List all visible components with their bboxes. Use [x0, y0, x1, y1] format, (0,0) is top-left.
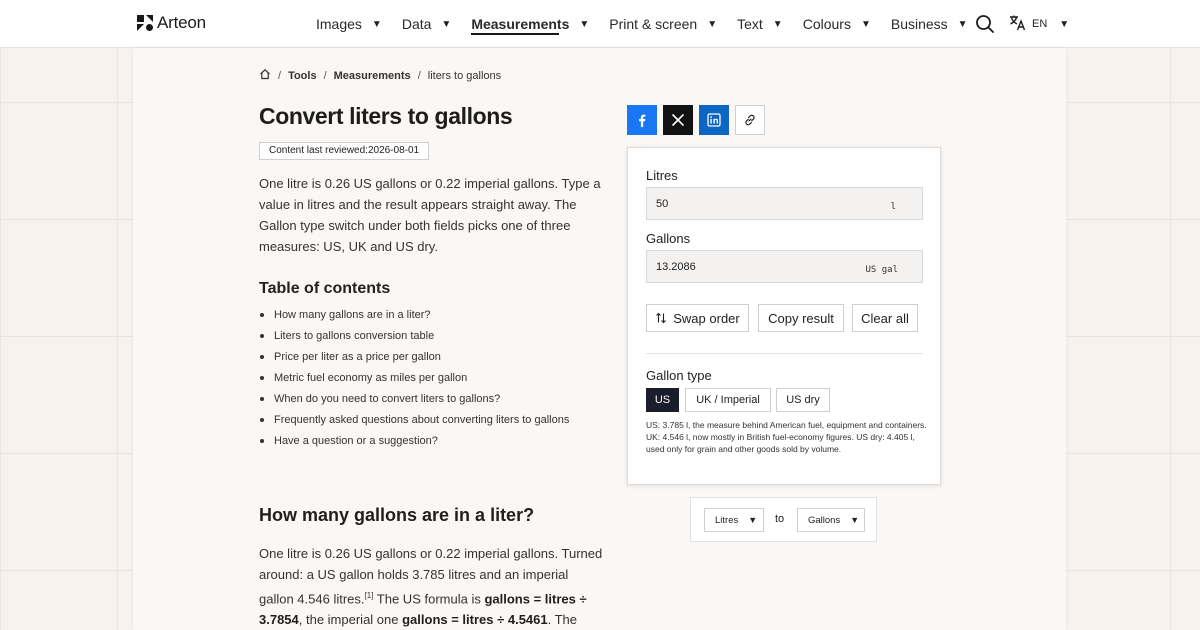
nav-label: Print & screen — [609, 16, 698, 32]
litres-input[interactable] — [647, 188, 922, 219]
swap-label: Swap order — [673, 310, 740, 326]
section-title: How many gallons are in a liter? — [259, 505, 535, 525]
logo[interactable]: Arteon — [137, 13, 206, 33]
caret-down-icon: ▼ — [441, 18, 452, 30]
linkedin-share-button[interactable] — [699, 105, 729, 135]
from-unit-value: Litres — [715, 514, 739, 526]
converter-panel: Litres l Gallons US gal Swap order Copy … — [627, 147, 941, 485]
toc-item[interactable]: Price per liter as a price per gallon — [259, 348, 569, 369]
x-share-button[interactable] — [663, 105, 693, 135]
table-of-contents: How many gallons are in a liter? Liters … — [259, 306, 569, 453]
x-icon — [671, 113, 685, 127]
toc-item[interactable]: When do you need to convert liters to ga… — [259, 390, 569, 411]
nav-data[interactable]: Data ▼ — [402, 0, 451, 48]
caret-down-icon: ▼ — [748, 515, 758, 525]
caret-down-icon: ▼ — [850, 515, 860, 525]
nav-label: Text — [737, 16, 763, 32]
nav-label: Business — [890, 16, 948, 32]
breadcrumb: / Tools / Measurements / liters to gallo… — [259, 68, 501, 83]
section-text-part: The US formula is — [373, 591, 485, 607]
breadcrumb-separator: / — [417, 69, 421, 82]
toc-item[interactable]: Frequently asked questions about convert… — [259, 411, 569, 432]
gallon-type-label: Gallon type — [646, 368, 712, 383]
caret-down-icon: ▼ — [371, 18, 382, 30]
swap-icon — [655, 312, 667, 324]
review-date-badge: Content last reviewed:2026-08-01 — [259, 142, 430, 160]
copy-result-button[interactable]: Copy result — [758, 304, 844, 332]
litres-unit: l — [890, 202, 896, 212]
nav-label: Measurements — [471, 16, 570, 32]
share-buttons — [627, 105, 765, 135]
section-text: One litre is 0.26 US gallons or 0.22 imp… — [259, 543, 604, 630]
clear-all-button[interactable]: Clear all — [852, 304, 918, 332]
site-header: Arteon Images ▼ Data ▼ Measurements ▼ Pr… — [0, 0, 1200, 48]
translate-icon — [1009, 14, 1026, 34]
page-title: Convert liters to gallons — [259, 103, 513, 129]
litres-label: Litres — [646, 168, 678, 183]
litres-field[interactable]: l — [646, 187, 923, 220]
facebook-icon — [639, 114, 646, 127]
nav-label: Colours — [802, 16, 851, 32]
link-icon — [745, 114, 755, 126]
nav-images[interactable]: Images ▼ — [316, 0, 382, 48]
nav-label: Images — [316, 16, 362, 32]
to-label: to — [775, 513, 785, 525]
nav-colours[interactable]: Colours ▼ — [803, 0, 871, 48]
gallon-type-us[interactable]: US — [646, 388, 679, 412]
to-unit-value: Gallons — [808, 514, 841, 526]
caret-down-icon: ▼ — [579, 18, 590, 30]
section-text-part: , the imperial one — [298, 612, 403, 628]
search-icon[interactable] — [975, 14, 995, 34]
language-code: EN — [1032, 18, 1048, 30]
toc-item[interactable]: Have a question or a suggestion? — [259, 432, 569, 453]
linkedin-icon — [707, 113, 721, 127]
toc-item[interactable]: Liters to gallons conversion table — [259, 327, 569, 348]
swap-order-button[interactable]: Swap order — [646, 304, 749, 332]
toc-item[interactable]: How many gallons are in a liter? — [259, 306, 569, 327]
caret-down-icon: ▼ — [860, 18, 871, 30]
caret-down-icon: ▼ — [707, 18, 718, 30]
breadcrumb-separator: / — [278, 69, 282, 82]
unit-pair-selector: Litres ▼ to Gallons ▼ — [690, 497, 877, 542]
toc-item[interactable]: Metric fuel economy as miles per gallon — [259, 369, 569, 390]
facebook-share-button[interactable] — [627, 105, 657, 135]
formula-imperial: gallons = litres ÷ 4.5461 — [402, 612, 548, 628]
logo-text: Arteon — [157, 13, 206, 32]
gallons-label: Gallons — [646, 231, 691, 246]
nav-business[interactable]: Business ▼ — [891, 0, 968, 48]
gallon-type-uk[interactable]: UK / Imperial — [685, 388, 771, 412]
toc-title: Table of contents — [259, 280, 391, 297]
caret-down-icon: ▼ — [772, 18, 783, 30]
gallons-unit: US gal — [865, 265, 898, 275]
nav-print-screen[interactable]: Print & screen ▼ — [609, 0, 717, 48]
breadcrumb-tools[interactable]: Tools — [288, 70, 317, 82]
nav-measurements[interactable]: Measurements ▼ — [471, 0, 589, 48]
gallon-type-note: US: 3.785 l, the measure behind American… — [646, 420, 927, 454]
breadcrumb-measurements[interactable]: Measurements — [334, 70, 411, 82]
caret-down-icon: ▼ — [1059, 18, 1070, 30]
from-unit-select[interactable]: Litres ▼ — [704, 508, 764, 532]
nav-text[interactable]: Text ▼ — [737, 0, 783, 48]
to-unit-select[interactable]: Gallons ▼ — [797, 508, 865, 532]
breadcrumb-separator: / — [323, 69, 327, 82]
divider — [646, 353, 923, 354]
copy-link-button[interactable] — [735, 105, 765, 135]
logo-icon — [137, 15, 153, 31]
home-icon[interactable] — [259, 68, 271, 83]
gallon-type-us-dry[interactable]: US dry — [776, 388, 830, 412]
caret-down-icon: ▼ — [957, 18, 968, 30]
main-nav: Images ▼ Data ▼ Measurements ▼ Print & s… — [316, 0, 988, 48]
language-selector[interactable]: EN ▼ — [1009, 14, 1069, 34]
gallons-field[interactable]: US gal — [646, 250, 923, 283]
nav-label: Data — [401, 16, 432, 32]
intro-text: One litre is 0.26 US gallons or 0.22 imp… — [259, 176, 601, 254]
breadcrumb-current: liters to gallons — [427, 69, 502, 82]
